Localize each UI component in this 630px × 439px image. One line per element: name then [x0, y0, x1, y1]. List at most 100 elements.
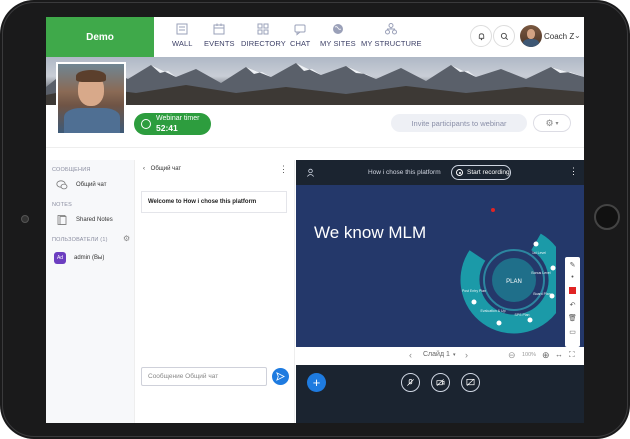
wall-icon	[176, 23, 188, 35]
chat-icon	[294, 24, 306, 36]
nav-wall-label: WALL	[172, 39, 193, 48]
messages-section-header: СООБЩЕНИЯ	[52, 167, 91, 173]
zoom-out-icon[interactable]: ⊖	[508, 350, 516, 361]
dot-size-icon[interactable]: •	[567, 272, 578, 283]
record-icon	[456, 169, 463, 176]
settings-dropdown-button[interactable]: ⚙ ▾	[533, 114, 571, 132]
send-message-button[interactable]	[272, 368, 289, 385]
nav-chat[interactable]: CHAT	[290, 22, 310, 48]
search-button[interactable]	[493, 25, 515, 47]
plan-segment-label: Evaluation & Up	[480, 309, 505, 313]
presentation-more-icon[interactable]: ⋮	[569, 166, 578, 177]
structure-icon	[385, 23, 398, 35]
nav-my-structure[interactable]: MY STRUCTURE	[361, 22, 422, 48]
presentation-slide: We know MLM PLAN 1st Level Bonus Level B…	[296, 185, 584, 347]
add-action-button[interactable]: +	[307, 373, 326, 392]
chat-message-input[interactable]: Сообщение Общий чат	[141, 367, 267, 386]
previous-slide-icon[interactable]: ‹	[409, 350, 412, 360]
user-name[interactable]: Coach Z	[544, 32, 574, 41]
slide-selector[interactable]: Слайд 1	[423, 351, 450, 358]
presentation-footer: +	[296, 365, 584, 395]
mute-microphone-button[interactable]	[401, 373, 420, 392]
start-recording-button[interactable]: Start recording	[451, 165, 511, 180]
calendar-icon	[213, 23, 225, 35]
color-picker-button[interactable]	[567, 285, 578, 296]
nav-events-label: EVENTS	[204, 39, 235, 48]
nav-events[interactable]: EVENTS	[204, 22, 235, 48]
plan-segment-label: Post Entry Plan	[462, 289, 486, 293]
gear-icon: ⚙	[545, 117, 554, 128]
webinar-timer-label: Webinar timer	[156, 115, 200, 122]
top-navigation: Demo WALL EVENTS DIRECTORY CHAT MY SITES	[46, 17, 584, 57]
notifications-button[interactable]	[470, 25, 492, 47]
nav-my-sites[interactable]: MY SITES	[320, 22, 356, 48]
webinar-timer: Webinar timer 52:41	[134, 113, 211, 135]
caret-down-icon: ▾	[555, 120, 559, 127]
camera-toggle-button[interactable]	[431, 373, 450, 392]
undo-icon[interactable]: ↶	[567, 299, 578, 310]
fullscreen-icon[interactable]: ⛶	[569, 350, 575, 360]
annotation-toolbar: ✎ • ↶ 🗑 ▭	[565, 257, 580, 347]
laser-pointer-dot	[491, 208, 495, 212]
sidebar-item-shared-notes[interactable]: Shared Notes	[56, 215, 113, 225]
zoom-in-icon[interactable]: ⊕	[542, 350, 550, 361]
presentation-title: How i chose this platform	[368, 169, 441, 176]
sidebar-item-general-chat[interactable]: Общий чат	[56, 180, 107, 190]
nav-chat-label: CHAT	[290, 39, 311, 48]
users-settings-gear-icon[interactable]: ⚙	[123, 234, 130, 243]
stopwatch-icon	[141, 119, 151, 129]
plan-segment-label: Board Plan	[533, 292, 550, 296]
admin-avatar: Ad	[54, 252, 66, 264]
grid-icon	[257, 23, 269, 35]
screen-share-button[interactable]	[461, 373, 480, 392]
fit-width-icon[interactable]: ↔	[555, 350, 563, 359]
user-icon[interactable]	[306, 168, 315, 177]
nav-wall[interactable]: WALL	[172, 22, 193, 48]
camera-icon	[21, 215, 29, 223]
nav-directory[interactable]: DIRECTORY	[241, 22, 286, 48]
globe-icon	[332, 24, 343, 34]
microphone-off-icon	[407, 378, 414, 386]
profile-photo[interactable]	[56, 62, 126, 135]
plan-segment-label: 1st Level	[532, 251, 546, 255]
whiteboard-icon[interactable]: ▭	[567, 326, 578, 337]
screen: Demo WALL EVENTS DIRECTORY CHAT MY SITES	[46, 17, 584, 423]
plan-wheel-graphic: PLAN 1st Level Bonus Level Board Plan SP…	[460, 230, 556, 334]
chat-welcome-message: Welcome to How i chose this platform	[141, 191, 287, 213]
plan-segment-label: SPS Plan	[515, 313, 530, 317]
user-avatar[interactable]	[520, 25, 542, 47]
plan-segment-label: Bonus Level	[531, 271, 550, 275]
sidebar-item-label: Общий чат	[76, 182, 107, 188]
cover-banner	[46, 57, 584, 105]
invite-participants-button[interactable]: Invite participants to webinar	[391, 114, 527, 132]
nav-directory-label: DIRECTORY	[241, 39, 286, 48]
presentation-header: How i chose this platform Start recordin…	[296, 160, 584, 185]
start-recording-label: Start recording	[467, 169, 510, 176]
next-slide-icon[interactable]: ›	[465, 350, 468, 360]
chat-more-options-icon[interactable]: ⋮	[279, 164, 288, 175]
video-off-icon	[436, 379, 445, 386]
tablet-frame: Demo WALL EVENTS DIRECTORY CHAT MY SITES	[0, 0, 630, 439]
nav-my-structure-label: MY STRUCTURE	[361, 39, 422, 48]
webinar-sidebar: СООБЩЕНИЯ Общий чат NOTES Shared Notes П…	[46, 160, 134, 423]
chat-title: Общий чат	[150, 166, 182, 172]
sidebar-user-admin[interactable]: Ad admin (Вы)	[54, 252, 104, 264]
slide-controls: ‹ Слайд 1 ▾ › ⊖ 100% ⊕ ↔ ⛶	[296, 347, 584, 365]
notes-icon	[57, 215, 67, 225]
home-button[interactable]	[594, 204, 620, 230]
send-icon	[276, 372, 285, 381]
slide-heading: We know MLM	[314, 223, 427, 242]
webinar-timer-value: 52:41	[156, 123, 178, 133]
notes-section-header: NOTES	[52, 202, 72, 208]
back-arrow-icon[interactable]: ‹	[143, 166, 145, 172]
trash-icon[interactable]: 🗑	[567, 312, 578, 323]
chevron-down-icon[interactable]: ⌄	[574, 31, 581, 40]
pencil-icon[interactable]: ✎	[567, 259, 578, 270]
mountain-landscape	[46, 63, 584, 105]
chat-header[interactable]: ‹ Общий чат	[143, 166, 181, 172]
caret-down-icon[interactable]: ▾	[453, 352, 456, 358]
chat-bubbles-icon	[56, 180, 68, 190]
users-section-header: ПОЛЬЗОВАТЕЛИ (1)	[52, 237, 108, 243]
presentation-area: How i chose this platform Start recordin…	[296, 160, 584, 423]
app-logo[interactable]: Demo	[46, 17, 154, 57]
